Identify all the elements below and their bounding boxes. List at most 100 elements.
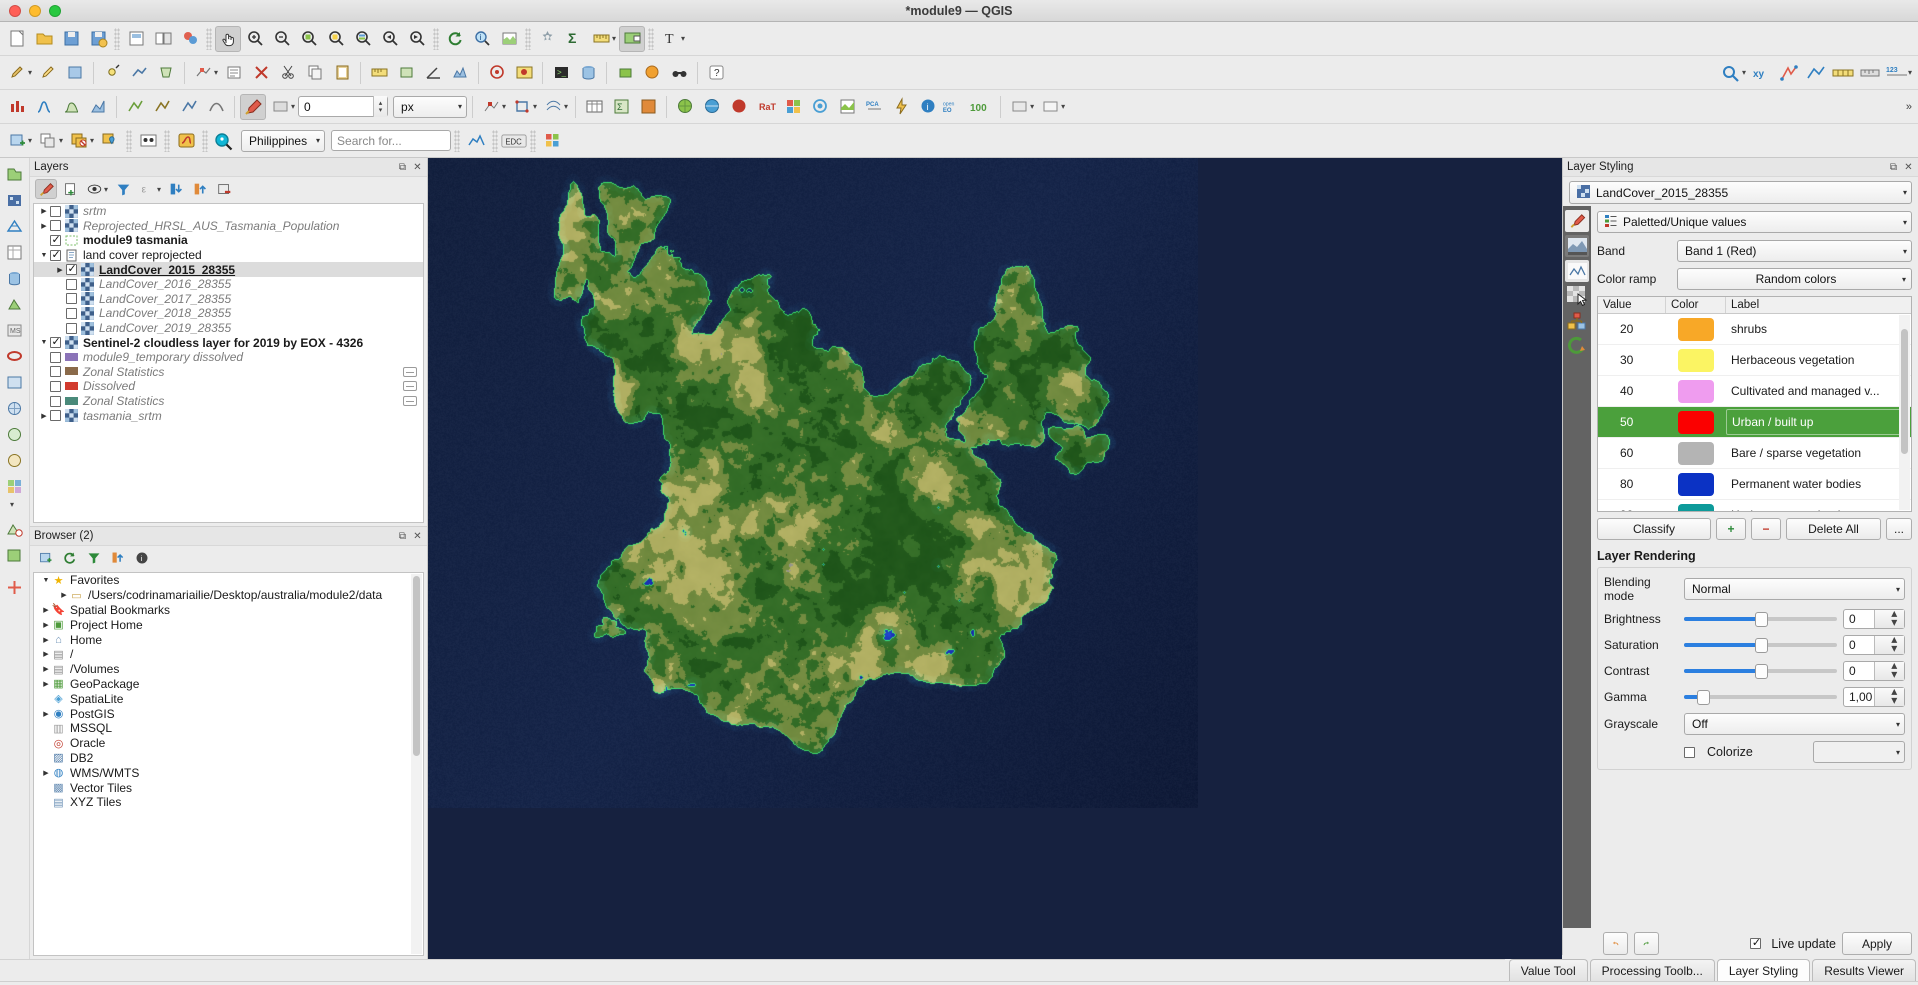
layer-visibility-checkbox[interactable] bbox=[50, 250, 61, 261]
chevron-right-icon[interactable]: ▶ bbox=[38, 222, 50, 230]
add-line-feature-icon[interactable] bbox=[126, 60, 152, 86]
chevron-right-icon[interactable]: ▶ bbox=[40, 621, 52, 629]
current-edits-icon[interactable] bbox=[4, 60, 30, 86]
digitize-line2-icon[interactable] bbox=[149, 94, 175, 120]
toolbar-handle-9[interactable] bbox=[454, 130, 460, 152]
contrast-slider[interactable] bbox=[1684, 662, 1837, 680]
open-project-icon[interactable] bbox=[31, 26, 57, 52]
add-raster-layer-icon[interactable] bbox=[3, 188, 27, 212]
gamma-slider[interactable] bbox=[1684, 688, 1837, 706]
layer-tree-item[interactable]: Zonal Statistics bbox=[34, 394, 423, 409]
chevron-right-icon[interactable]: ▶ bbox=[40, 680, 52, 688]
open-layer-styling-panel-icon[interactable] bbox=[35, 179, 57, 199]
class-color-cell[interactable] bbox=[1666, 380, 1726, 403]
class-color-cell[interactable] bbox=[1666, 411, 1726, 434]
bottom-tab[interactable]: Processing Toolb... bbox=[1590, 959, 1715, 981]
layer-visibility-checkbox[interactable] bbox=[66, 293, 77, 304]
copy-features-icon[interactable] bbox=[302, 60, 328, 86]
country-select[interactable]: Philippines ▾ bbox=[241, 130, 325, 152]
class-label[interactable]: Permanent water bodies bbox=[1726, 477, 1911, 491]
redo-style-button[interactable] bbox=[1634, 932, 1659, 955]
toolbar-handle-5[interactable] bbox=[648, 28, 654, 50]
select-by-xy-icon[interactable]: xy bbox=[1749, 60, 1775, 86]
chevron-down-icon[interactable]: ▼ bbox=[38, 339, 50, 346]
zoom-layer-icon[interactable] bbox=[350, 26, 376, 52]
lightning-icon[interactable] bbox=[888, 94, 914, 120]
class-value[interactable]: 80 bbox=[1598, 477, 1666, 491]
layer-visibility-checkbox[interactable] bbox=[50, 206, 61, 217]
new-temp-layer-icon[interactable] bbox=[3, 575, 27, 599]
layer-visibility-checkbox[interactable] bbox=[66, 308, 77, 319]
class-color-cell[interactable] bbox=[1666, 473, 1726, 496]
saturation-spinner[interactable]: ▴ ▾ bbox=[1874, 636, 1905, 654]
duplicate-layer-icon[interactable] bbox=[35, 128, 61, 154]
layout-manager-icon[interactable] bbox=[150, 26, 176, 52]
filter-expression-icon[interactable]: ε bbox=[136, 179, 158, 199]
red-globe-icon[interactable] bbox=[726, 94, 752, 120]
layer-visibility-checkbox[interactable] bbox=[66, 279, 77, 290]
live-update-checkbox[interactable] bbox=[1750, 938, 1761, 949]
pyramids-tab-icon[interactable] bbox=[1565, 310, 1589, 332]
save-project-as-icon[interactable] bbox=[85, 26, 111, 52]
cut-features-icon[interactable] bbox=[275, 60, 301, 86]
browser-tree-item[interactable]: ▶ ⌂ Home bbox=[34, 632, 423, 647]
unit-select[interactable]: px ▾ bbox=[393, 96, 467, 118]
class-row[interactable]: 40 Cultivated and managed v... bbox=[1598, 376, 1911, 407]
chevron-right-icon[interactable]: ▶ bbox=[40, 710, 52, 718]
attribute-table-icon[interactable] bbox=[581, 94, 607, 120]
scalebar-icon[interactable] bbox=[1830, 60, 1856, 86]
class-label[interactable]: Urban / built up bbox=[1726, 409, 1908, 435]
class-label[interactable]: shrubs bbox=[1726, 322, 1911, 336]
symbology-tab-icon[interactable] bbox=[1565, 210, 1589, 232]
browser-scrollbar[interactable] bbox=[411, 574, 422, 954]
layer-tree-item[interactable]: LandCover_2019_28355 bbox=[34, 321, 423, 336]
renderer-select[interactable]: Paletted/Unique values ▾ bbox=[1597, 211, 1912, 233]
geo-red-icon[interactable] bbox=[511, 60, 537, 86]
class-label[interactable]: Herbaceous wetland bbox=[1726, 508, 1911, 512]
browser-tree-item[interactable]: ▥ MSSQL bbox=[34, 721, 423, 736]
orange-plugin-icon[interactable] bbox=[635, 94, 661, 120]
class-label[interactable]: Herbaceous vegetation bbox=[1726, 353, 1911, 367]
identify-features-icon[interactable]: i bbox=[469, 26, 495, 52]
new-geopackage-icon[interactable] bbox=[3, 543, 27, 567]
gamma-input[interactable]: 1,00 ▴ ▾ bbox=[1843, 687, 1905, 707]
browser-add-selected-icon[interactable] bbox=[36, 548, 56, 568]
gamma-spinner[interactable]: ▴ ▾ bbox=[1874, 688, 1905, 706]
number-123-icon[interactable]: 123 bbox=[1884, 60, 1910, 86]
georeferencer-icon[interactable] bbox=[484, 60, 510, 86]
pca-icon[interactable]: PCA bbox=[861, 94, 887, 120]
class-value[interactable]: 20 bbox=[1598, 322, 1666, 336]
select-by-expression-icon[interactable] bbox=[1776, 60, 1802, 86]
chevron-right-icon[interactable]: ▶ bbox=[40, 665, 52, 673]
layers-panel-close-button[interactable]: ✕ bbox=[412, 162, 423, 173]
transparency-tab-icon[interactable] bbox=[1565, 235, 1589, 257]
mask-plugin-icon[interactable] bbox=[135, 128, 161, 154]
delete-all-button[interactable]: Delete All bbox=[1786, 518, 1881, 540]
layer-visibility-checkbox[interactable] bbox=[50, 235, 61, 246]
class-color-cell[interactable] bbox=[1666, 318, 1726, 341]
search-input[interactable]: Search for... bbox=[331, 130, 451, 151]
browser-tree-item[interactable]: ▶ ◍ WMS/WMTS bbox=[34, 765, 423, 780]
chevron-right-icon[interactable]: ▶ bbox=[40, 769, 52, 777]
zoom-in-icon[interactable] bbox=[242, 26, 268, 52]
styling-panel-close-button[interactable]: ✕ bbox=[1903, 162, 1914, 173]
browser-filter-icon[interactable] bbox=[84, 548, 104, 568]
hundred-percent-icon[interactable]: 100 bbox=[969, 94, 995, 120]
chevron-right-icon[interactable]: ▶ bbox=[58, 591, 70, 599]
chevron-right-icon[interactable]: ▶ bbox=[38, 412, 50, 420]
processing-toolbox-icon[interactable] bbox=[534, 26, 560, 52]
toolbar-handle-7[interactable] bbox=[164, 130, 170, 152]
class-row[interactable]: 60 Bare / sparse vegetation bbox=[1598, 438, 1911, 469]
layer-visibility-checkbox[interactable] bbox=[50, 396, 61, 407]
color-picker-icon[interactable] bbox=[267, 94, 293, 120]
layer-filter-badge[interactable] bbox=[403, 381, 417, 391]
class-color-swatch[interactable] bbox=[1678, 380, 1714, 403]
color-grid-plugin-icon[interactable] bbox=[539, 128, 565, 154]
add-postgis-layer-icon[interactable] bbox=[3, 266, 27, 290]
browser-tree-item[interactable]: ▶ 🔖 Spatial Bookmarks bbox=[34, 603, 423, 618]
layer-tree-item[interactable]: ▶ LandCover_2015_28355 bbox=[34, 262, 423, 277]
class-label[interactable]: Cultivated and managed v... bbox=[1726, 384, 1911, 398]
browser-tree-item[interactable]: ◎ Oracle bbox=[34, 736, 423, 751]
class-row[interactable]: 90 Herbaceous wetland bbox=[1598, 500, 1911, 512]
brightness-spinner[interactable]: ▴ ▾ bbox=[1874, 610, 1905, 628]
